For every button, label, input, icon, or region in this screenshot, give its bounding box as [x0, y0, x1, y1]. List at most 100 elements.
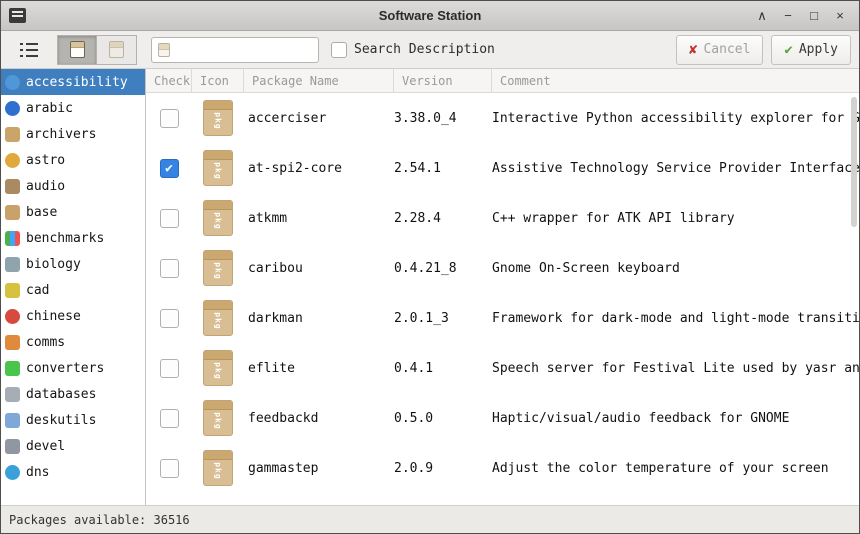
- chinese-icon: [5, 308, 20, 324]
- base-icon: [5, 204, 20, 220]
- row-checkbox[interactable]: [159, 308, 179, 328]
- sidebar-item-label: archivers: [26, 126, 97, 142]
- column-header-check[interactable]: Check: [146, 69, 192, 92]
- pkg-box-icon: pkg: [203, 450, 233, 486]
- sidebar-item-deskutils[interactable]: deskutils: [1, 407, 145, 433]
- row-checkbox[interactable]: [159, 358, 179, 378]
- package-version: 0.4.21_8: [394, 260, 457, 276]
- status-bar: Packages available: 36516: [1, 505, 859, 533]
- window-title: Software Station: [378, 8, 482, 23]
- sidebar-item-benchmarks[interactable]: benchmarks: [1, 225, 145, 251]
- sidebar-item-label: chinese: [26, 308, 81, 324]
- category-list-button[interactable]: [11, 36, 47, 64]
- sidebar-item-base[interactable]: base: [1, 199, 145, 225]
- shade-button[interactable]: ∧: [753, 7, 771, 25]
- sidebar-item-arabic[interactable]: arabic: [1, 95, 145, 121]
- pkg-box-icon: pkg: [203, 350, 233, 386]
- table-row[interactable]: pkg caribou 0.4.21_8 Gnome On-Screen key…: [146, 243, 859, 293]
- packages-available-text: Packages available: 36516: [9, 512, 190, 527]
- sidebar-item-converters[interactable]: converters: [1, 355, 145, 381]
- pkg-box-icon: pkg: [203, 150, 233, 186]
- software-station-window: Software Station ∧ − □ × Search Descript…: [0, 0, 860, 534]
- search-description-checkbox[interactable]: [331, 41, 347, 58]
- sidebar-item-biology[interactable]: biology: [1, 251, 145, 277]
- sidebar-item-astro[interactable]: astro: [1, 147, 145, 173]
- sidebar-item-label: arabic: [26, 100, 73, 116]
- sidebar-item-label: accessibility: [26, 74, 128, 90]
- sidebar-item-dns[interactable]: dns: [1, 459, 145, 485]
- table-row[interactable]: pkg atkmm 2.28.4 C++ wrapper for ATK API…: [146, 193, 859, 243]
- biology-icon: [5, 256, 20, 272]
- table-header: Check Icon Package Name Version Comment: [146, 69, 859, 93]
- search-description-label: Search Description: [354, 42, 495, 57]
- column-header-package-name[interactable]: Package Name: [244, 69, 394, 92]
- vertical-scrollbar[interactable]: [851, 97, 857, 227]
- available-packages-toggle[interactable]: [97, 34, 137, 65]
- main-area: accessibility arabic archivers astro aud…: [1, 69, 859, 505]
- table-row[interactable]: pkg gammastep 2.0.9 Adjust the color tem…: [146, 443, 859, 493]
- search-entry[interactable]: [151, 36, 319, 63]
- pkg-box-icon: pkg: [203, 400, 233, 436]
- row-checkbox[interactable]: [159, 458, 179, 478]
- accessibility-icon: [5, 74, 20, 90]
- arabic-icon: [5, 100, 20, 116]
- astro-icon: [5, 152, 20, 168]
- pkg-box-icon: pkg: [203, 250, 233, 286]
- sidebar-item-devel[interactable]: devel: [1, 433, 145, 459]
- row-checkbox[interactable]: [159, 108, 179, 128]
- archivers-icon: [5, 126, 20, 142]
- pkg-box-icon: pkg: [203, 200, 233, 236]
- package-icon: [69, 41, 85, 58]
- sidebar-item-label: cad: [26, 282, 50, 298]
- cancel-x-icon: ✘: [689, 41, 698, 58]
- package-name: atkmm: [248, 210, 288, 226]
- column-header-version[interactable]: Version: [394, 69, 492, 92]
- search-input[interactable]: [170, 38, 318, 61]
- sidebar-item-audio[interactable]: audio: [1, 173, 145, 199]
- minimize-button[interactable]: −: [779, 7, 797, 25]
- row-checkbox[interactable]: [159, 158, 179, 178]
- list-icon: [20, 42, 38, 45]
- cancel-label: Cancel: [703, 42, 751, 57]
- sidebar-item-chinese[interactable]: chinese: [1, 303, 145, 329]
- package-name: eflite: [248, 360, 295, 376]
- sidebar-item-label: devel: [26, 438, 66, 454]
- package-name: gammastep: [248, 460, 319, 476]
- package-comment: Framework for dark-mode and light-mode t…: [492, 310, 859, 326]
- devel-icon: [5, 438, 20, 454]
- table-row[interactable]: pkg feedbackd 0.5.0 Haptic/visual/audio …: [146, 393, 859, 443]
- sidebar-item-comms[interactable]: comms: [1, 329, 145, 355]
- apply-label: Apply: [798, 42, 838, 57]
- row-checkbox[interactable]: [159, 408, 179, 428]
- apply-button[interactable]: ✔ Apply: [771, 34, 851, 65]
- close-button[interactable]: ×: [831, 7, 849, 25]
- column-header-comment[interactable]: Comment: [492, 69, 859, 92]
- package-version: 2.54.1: [394, 160, 441, 176]
- maximize-button[interactable]: □: [805, 7, 823, 25]
- installed-packages-toggle[interactable]: [57, 34, 97, 65]
- sidebar-item-cad[interactable]: cad: [1, 277, 145, 303]
- databases-icon: [5, 386, 20, 402]
- package-version: 2.0.1_3: [394, 310, 449, 326]
- sidebar-item-label: benchmarks: [26, 230, 105, 246]
- sidebar-item-label: audio: [26, 178, 66, 194]
- cancel-button[interactable]: ✘ Cancel: [676, 34, 764, 65]
- table-row[interactable]: pkg eflite 0.4.1 Speech server for Festi…: [146, 343, 859, 393]
- sidebar-item-accessibility[interactable]: accessibility: [1, 69, 145, 95]
- column-header-icon[interactable]: Icon: [192, 69, 244, 92]
- table-row[interactable]: pkg darkman 2.0.1_3 Framework for dark-m…: [146, 293, 859, 343]
- table-row[interactable]: pkg accerciser 3.38.0_4 Interactive Pyth…: [146, 93, 859, 143]
- sidebar-item-archivers[interactable]: archivers: [1, 121, 145, 147]
- package-name: at-spi2-core: [248, 160, 342, 176]
- deskutils-icon: [5, 412, 20, 428]
- cad-icon: [5, 282, 20, 298]
- sidebar-item-label: deskutils: [26, 412, 97, 428]
- row-checkbox[interactable]: [159, 258, 179, 278]
- package-filter-toggles: [57, 34, 137, 65]
- benchmarks-icon: [5, 230, 20, 246]
- table-row[interactable]: pkg at-spi2-core 2.54.1 Assistive Techno…: [146, 143, 859, 193]
- package-name: darkman: [248, 310, 303, 326]
- sidebar-item-databases[interactable]: databases: [1, 381, 145, 407]
- package-name: accerciser: [248, 110, 327, 126]
- row-checkbox[interactable]: [159, 208, 179, 228]
